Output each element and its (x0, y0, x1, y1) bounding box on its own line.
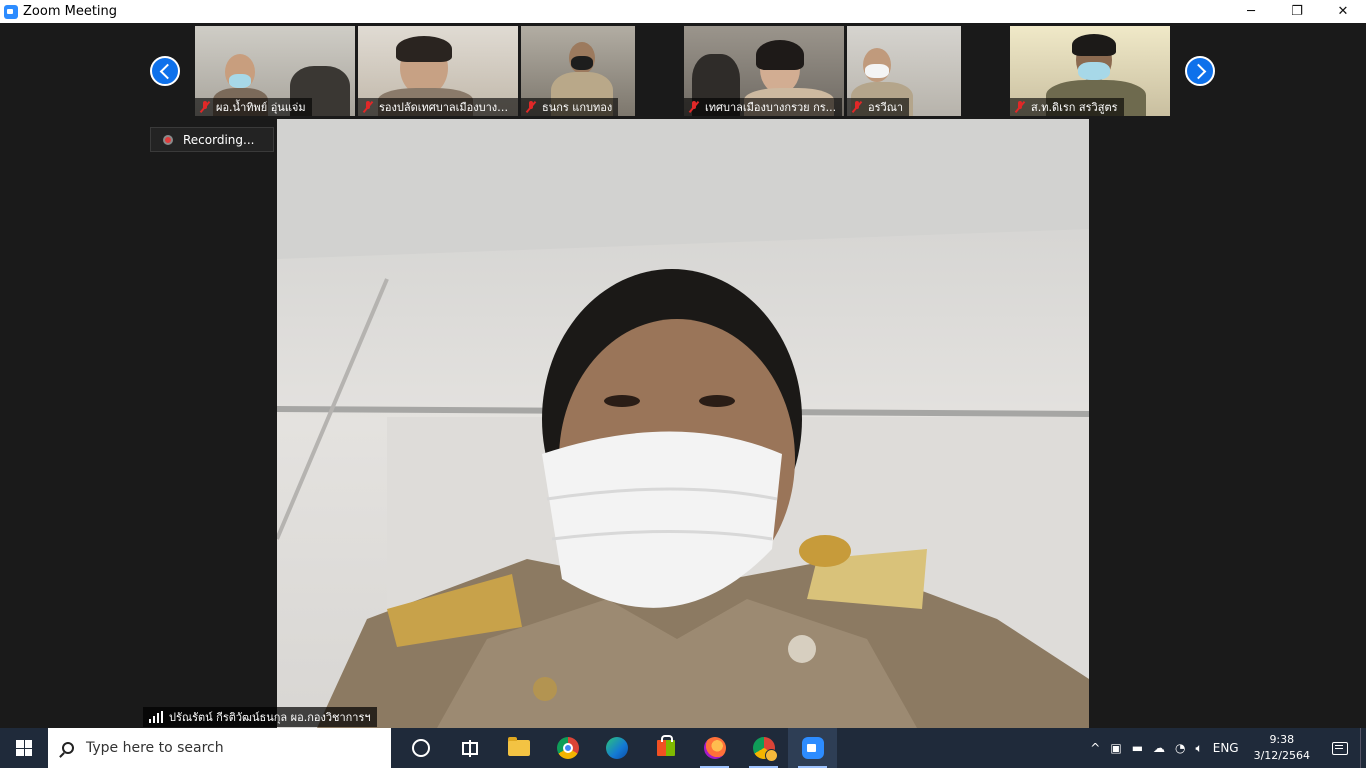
firefox-button[interactable] (690, 728, 739, 768)
restore-button[interactable]: ❐ (1274, 0, 1320, 23)
mic-muted-icon (851, 101, 863, 113)
recording-label: Recording... (183, 132, 255, 147)
participant-name: ผอ.น้ำทิพย์ อุ่นแจ่ม (216, 101, 306, 114)
mic-muted-icon (1014, 101, 1026, 113)
clock-date: 3/12/2564 (1253, 749, 1310, 762)
task-view-button[interactable] (445, 728, 494, 768)
chrome-icon (556, 737, 579, 759)
chevron-right-icon (1190, 63, 1206, 79)
participant-name-tag: รองปลัดเทศบาลเมืองบางก... (358, 98, 518, 116)
gallery-strip: ผอ.น้ำทิพย์ อุ่นแจ่ม รองปลัดเทศบาลเมืองบ… (195, 26, 1171, 116)
recording-dot-icon (163, 134, 173, 145)
cortana-button[interactable] (396, 728, 445, 768)
tray-chevron-icon[interactable]: ^ (1085, 728, 1105, 768)
action-center-button[interactable] (1320, 728, 1360, 768)
participant-name: ธนกร แกบทอง (542, 101, 613, 114)
chrome-profile-button[interactable] (739, 728, 788, 768)
mic-muted-icon (525, 101, 537, 113)
active-speaker-name-tag: ปรัณรัตน์ กีรติวัฒน์ธนกุล ผอ.กองวิชาการฯ (143, 707, 377, 727)
search-icon (62, 742, 74, 754)
store-button[interactable] (641, 728, 690, 768)
window-titlebar: Zoom Meeting ─ ❐ ✕ (0, 0, 1366, 23)
onedrive-icon[interactable]: ☁ (1148, 728, 1170, 768)
store-icon (656, 735, 675, 756)
participant-tile[interactable]: อรวีณา (847, 26, 961, 116)
zoom-taskbar-button[interactable] (788, 728, 837, 768)
participant-name-tag: ผอ.น้ำทิพย์ อุ่นแจ่ม (195, 98, 312, 116)
wifi-icon[interactable]: ◔ (1170, 728, 1190, 768)
zoom-app-icon (4, 4, 18, 19)
folder-icon (507, 737, 530, 756)
edge-button[interactable] (592, 728, 641, 768)
active-speaker-video[interactable] (277, 119, 1089, 728)
chrome-button[interactable] (543, 728, 592, 768)
taskbar-search-box[interactable]: Type here to search (48, 728, 391, 768)
recording-indicator[interactable]: Recording... (150, 127, 274, 152)
battery-icon[interactable]: ▬ (1127, 728, 1148, 768)
show-desktop-button[interactable] (1360, 728, 1366, 768)
window-title: Zoom Meeting (23, 4, 118, 19)
language-indicator[interactable]: ENG (1208, 728, 1244, 768)
system-tray: ^ ▣ ▬ ☁ ◔ 🔈︎ ENG 9:38 3/12/2564 (1085, 728, 1366, 768)
participant-name: เทศบาลเมืองบางกรวย กร... (705, 101, 837, 114)
firefox-icon (703, 737, 726, 759)
gallery-prev-button[interactable] (150, 56, 180, 86)
participant-name-tag: ธนกร แกบทอง (521, 98, 619, 116)
active-speaker-name: ปรัณรัตน์ กีรติวัฒน์ธนกุล ผอ.กองวิชาการฯ (169, 711, 371, 724)
participant-tile[interactable]: ธนกร แกบทอง (521, 26, 635, 116)
taskbar-clock[interactable]: 9:38 3/12/2564 (1244, 728, 1320, 768)
minimize-button[interactable]: ─ (1228, 0, 1274, 23)
search-placeholder: Type here to search (86, 740, 224, 756)
cortana-icon (411, 739, 430, 757)
participant-name: อรวีณา (868, 101, 904, 114)
participant-tile[interactable]: รองปลัดเทศบาลเมืองบางก... (358, 26, 518, 116)
windows-logo-icon (16, 740, 32, 756)
edge-icon (605, 737, 628, 759)
notification-icon (1332, 741, 1348, 755)
windows-taskbar: Type here to search ^ ▣ ▬ ☁ ◔ 🔈︎ ENG 9:3… (0, 728, 1366, 768)
close-button[interactable]: ✕ (1320, 0, 1366, 23)
volume-icon[interactable]: 🔈︎ (1191, 728, 1208, 768)
participant-name: ส.ท.ดิเรก สรวิสูตร (1031, 101, 1118, 114)
participant-tile[interactable]: ผอ.น้ำทิพย์ อุ่นแจ่ม (195, 26, 355, 116)
chevron-left-icon (159, 63, 175, 79)
participant-name-tag: เทศบาลเมืองบางกรวย กร... (684, 98, 843, 116)
participant-name-tag: ส.ท.ดิเรก สรวิสูตร (1010, 98, 1124, 116)
task-view-icon (461, 739, 478, 757)
connection-signal-icon (149, 711, 163, 723)
participant-name-tag: อรวีณา (847, 98, 910, 116)
file-explorer-button[interactable] (494, 728, 543, 768)
participant-name: รองปลัดเทศบาลเมืองบางก... (379, 101, 514, 114)
taskbar-app-icons (396, 728, 837, 768)
speaker-video-frame (277, 119, 1089, 728)
window-controls: ─ ❐ ✕ (1228, 0, 1366, 23)
mic-muted-icon (688, 101, 700, 113)
mic-muted-icon (362, 101, 374, 113)
chrome-profile-icon (752, 737, 778, 762)
meet-now-icon[interactable]: ▣ (1105, 728, 1126, 768)
start-button[interactable] (0, 728, 48, 768)
participant-tile[interactable]: ส.ท.ดิเรก สรวิสูตร (1010, 26, 1170, 116)
meeting-area: ผอ.น้ำทิพย์ อุ่นแจ่ม รองปลัดเทศบาลเมืองบ… (0, 23, 1366, 728)
clock-time: 9:38 (1269, 733, 1295, 746)
zoom-icon (801, 737, 824, 759)
gallery-next-button[interactable] (1185, 56, 1215, 86)
participant-tile[interactable]: เทศบาลเมืองบางกรวย กร... (684, 26, 844, 116)
mic-muted-icon (199, 101, 211, 113)
